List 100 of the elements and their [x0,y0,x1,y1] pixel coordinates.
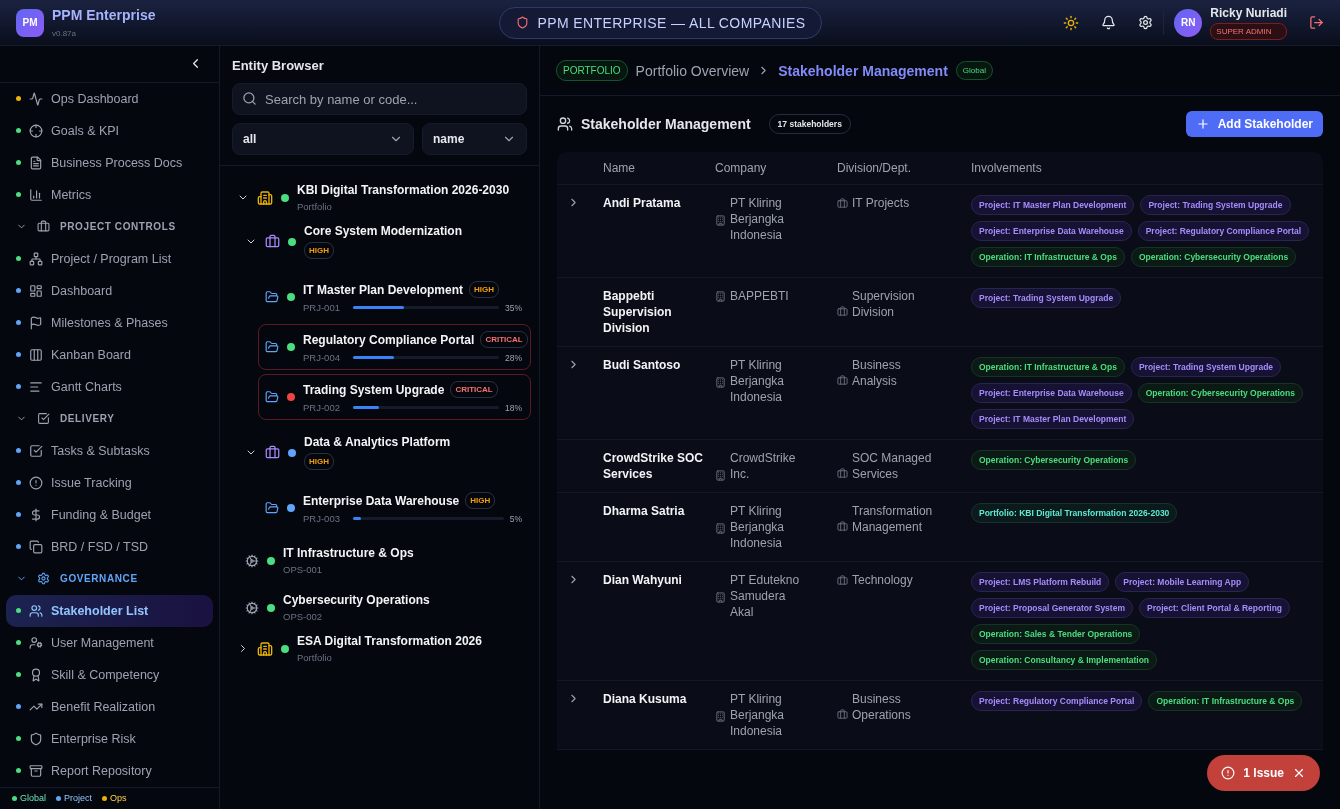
briefcase-icon [837,375,848,386]
project-node[interactable]: IT Master Plan Development HIGH PRJ-001 35% [258,274,531,320]
issue-toast[interactable]: 1 Issue [1207,755,1320,791]
project-node[interactable]: Enterprise Data Warehouse HIGH PRJ-003 5% [258,485,531,531]
user-name: Ricky Nuriadi [1210,5,1287,20]
nav-icon [29,283,43,298]
nav-item[interactable]: Issue Tracking [6,466,213,499]
involvement-tag: Portfolio: KBI Digital Transformation 2026-2030 [971,503,1178,523]
nav-icon [29,187,43,202]
nav-section[interactable]: DELIVERY [6,402,213,435]
nav-item[interactable]: Ops Dashboard [6,82,213,115]
nav-section[interactable]: GOVERNANCE [6,562,213,595]
nav-icon [29,347,43,362]
name-cell-text: Dharma Satria [603,503,686,520]
search-field[interactable]: Search by name or code... [232,83,527,115]
building-icon [715,470,726,481]
nav-item[interactable]: Business Process Docs [6,146,213,179]
operation-node[interactable]: IT Infrastructure & Ops OPS-001 [244,543,531,578]
breadcrumb-link[interactable]: Stakeholder Management [778,62,948,79]
users-icon [557,116,573,132]
settings-icon[interactable] [1138,15,1154,30]
operation-node[interactable]: Cybersecurity Operations OPS-002 [244,590,531,625]
nav-item[interactable]: BRD / FSD / TSD [6,530,213,563]
involvement-tag: Project: Trading System Upgrade [971,288,1122,308]
building-icon [715,291,726,302]
progress-reading: 18% [505,402,522,413]
user-avatar[interactable]: RN [1174,8,1203,37]
involvement-tag: Operation: IT Infrastructure & Ops [971,357,1125,377]
breadcrumb-link[interactable]: Portfolio Overview [635,62,750,79]
involvement-tag: Project: Trading System Upgrade [1130,357,1282,377]
node-name: Enterprise Data Warehouse [303,493,460,508]
logout-icon[interactable] [1309,15,1324,30]
node-code: PRJ-001 [303,302,341,313]
section-icon [37,572,50,586]
company-cell: BAPPEBTI [730,288,789,304]
involvement-tag: Project: LMS Platform Rebuild [971,572,1110,592]
nav-item[interactable]: User Management [6,626,213,659]
nav-item[interactable]: Benefit Realization [6,690,213,723]
nav-item[interactable]: Milestones & Phases [6,306,213,339]
division-cell: Technology [852,572,913,588]
legend-label: Ops [110,793,127,804]
page-title: Stakeholder Management [581,116,751,132]
building-icon [715,592,726,603]
involvement-tag: Operation: Sales & Tender Operations [971,624,1141,644]
node-name: Core System Modernization [304,224,464,238]
involvement-tag: Project: Regulatory Compliance Portal [1137,221,1310,241]
progress-reading: 28% [505,352,522,363]
priority-badge: HIGH [469,281,500,298]
program-node[interactable]: Core System Modernization HIGH [244,221,531,262]
nav-item[interactable]: Metrics [6,178,213,211]
add-stakeholder-button[interactable]: Add Stakeholder [1185,111,1323,137]
nav-item[interactable]: Kanban Board [6,338,213,371]
building-icon [715,377,726,388]
priority-badge: HIGH [304,242,334,259]
plus-icon [1195,117,1210,131]
building-icon [715,523,726,534]
nav-item[interactable]: Report Repository [6,754,213,787]
filter-select[interactable]: name [422,123,527,155]
priority-badge: CRITICAL [480,331,528,348]
node-subtitle: OPS-002 [283,611,324,622]
portfolio-node[interactable]: ESA Digital Transformation 2026 Portfolio [236,631,531,666]
filter-select[interactable]: all [232,123,414,155]
node-name: Cybersecurity Operations [283,593,431,607]
involvement-tag: Project: Trading System Upgrade [1140,195,1291,215]
shield-icon [516,16,530,29]
nav-item[interactable]: Dashboard [6,274,213,307]
company-cell-text: CrowdStrike Inc. [730,450,797,482]
nav-section[interactable]: PROJECT CONTROLS [6,210,213,243]
nav-icon [29,379,43,394]
section-icon [37,412,50,426]
involvement-tag: Project: IT Master Plan Development [971,195,1135,215]
close-icon[interactable] [1292,766,1306,780]
program-node[interactable]: Data & Analytics Platform HIGH [244,432,531,473]
progress-reading: 5% [509,513,522,524]
nav-item[interactable]: Skill & Competency [6,658,213,691]
nav-item[interactable]: Funding & Budget [6,498,213,531]
theme-toggle-icon[interactable] [1063,14,1080,31]
name-cell-text: Dian Wahyuni [603,572,683,589]
app-version: v0.87a [52,29,78,38]
nav-item[interactable]: Goals & KPI [6,114,213,147]
name-cell-text: Andi Pratama [603,195,682,212]
app-title: PPM Enterprise [52,7,156,23]
nav-item[interactable]: Gantt Charts [6,370,213,403]
notifications-icon[interactable] [1101,15,1117,30]
project-node[interactable]: Regulatory Compliance Portal CRITICAL PRJ-004 28% [258,324,531,370]
company-cell-text: PT Kliring Berjangka Indonesia [730,195,786,243]
section-icon [37,220,50,234]
nav-item[interactable]: Stakeholder List [6,594,213,627]
division-cell-text: SOC Managed Services [852,450,933,482]
priority-badge: HIGH [465,492,496,509]
nav-item[interactable]: Tasks & Subtasks [6,434,213,467]
scope-selector[interactable]: PPM ENTERPRISE — ALL COMPANIES [499,6,823,39]
involvement-tag: Project: Mobile Learning App [1115,572,1250,592]
briefcase-icon [837,468,848,479]
project-node[interactable]: Trading System Upgrade CRITICAL PRJ-002 18% [258,374,531,420]
portfolio-node[interactable]: KBI Digital Transformation 2026-2030 Portfolio [236,180,531,215]
nav-item[interactable]: Project / Program List [6,242,213,275]
nav-item[interactable]: Enterprise Risk [6,722,213,755]
involvement-tag: Operation: Cybersecurity Operations [971,450,1137,470]
involvement-tag: Project: Enterprise Data Warehouse [971,383,1132,403]
